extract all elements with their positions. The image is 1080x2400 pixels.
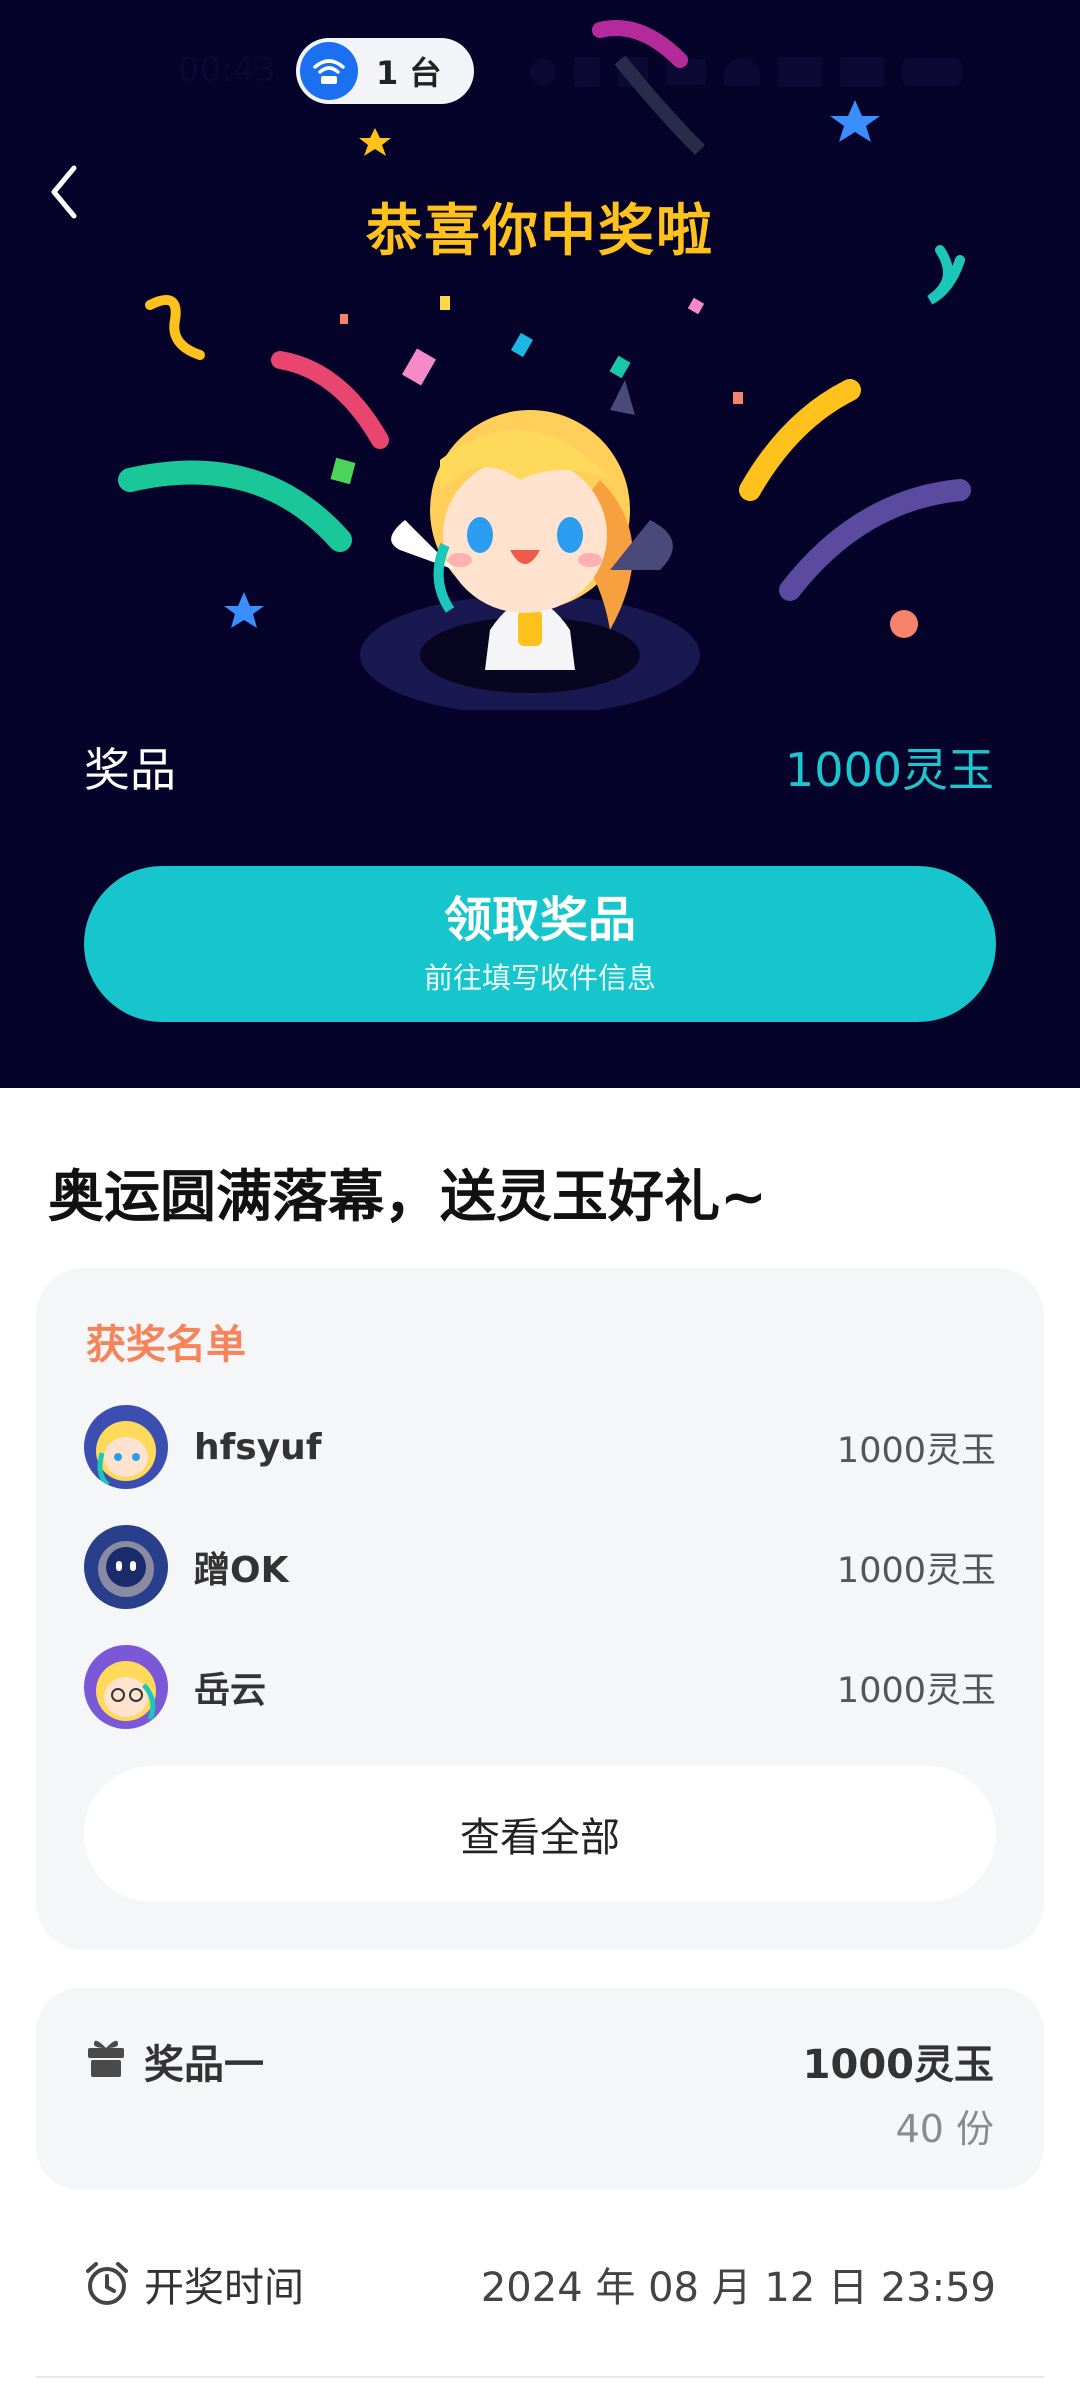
prize-amount: 1000灵玉 xyxy=(802,2042,994,2088)
winner-row: 蹭OK 1000灵玉 xyxy=(84,1524,996,1610)
divider xyxy=(36,2376,1044,2378)
view-all-button[interactable]: 查看全部 xyxy=(84,1766,996,1902)
winner-name: 蹭OK xyxy=(194,1550,289,1591)
winner-name: 岳云 xyxy=(194,1670,267,1711)
prize-count: 40 份 xyxy=(895,2107,994,2151)
prize-value: 1000灵玉 xyxy=(784,743,994,797)
prize-name: 奖品一 xyxy=(144,2042,264,2088)
avatar xyxy=(84,1645,168,1729)
winners-card: 获奖名单 hfsyuf 1000灵玉 蹭OK 1000灵玉 岳云 1000灵玉 … xyxy=(36,1268,1044,1950)
winner-row: 岳云 1000灵玉 xyxy=(84,1644,996,1730)
prize-card: 奖品一 1000灵玉 40 份 xyxy=(36,1988,1044,2190)
hero-section: 00:43 1 台 恭喜你中奖啦 奖品 1000灵玉 领取奖品 前往填写收件信息 xyxy=(0,0,1080,1088)
draw-time-value: 2024 年 08 月 12 日 23:59 xyxy=(480,2265,996,2311)
avatar xyxy=(84,1525,168,1609)
winner-prize: 1000灵玉 xyxy=(836,1550,996,1591)
draw-time-label: 开奖时间 xyxy=(144,2265,304,2311)
claim-button-label: 领取奖品 xyxy=(443,892,636,948)
avatar xyxy=(84,1405,168,1489)
winner-prize: 1000灵玉 xyxy=(836,1430,996,1471)
winner-name: hfsyuf xyxy=(194,1426,322,1468)
draw-time-row: 开奖时间 2024 年 08 月 12 日 23:59 xyxy=(84,2252,996,2316)
winner-row: hfsyuf 1000灵玉 xyxy=(84,1404,996,1490)
claim-button-sublabel: 前往填写收件信息 xyxy=(423,961,656,995)
event-title: 奥运圆满落幕，送灵玉好礼~ xyxy=(48,1165,767,1230)
winners-heading: 获奖名单 xyxy=(86,1322,246,1368)
prize-label: 奖品 xyxy=(84,743,176,797)
alarm-clock-icon xyxy=(86,2262,128,2305)
gift-icon xyxy=(88,2040,124,2077)
claim-prize-button[interactable]: 领取奖品 前往填写收件信息 xyxy=(84,866,996,1022)
winner-prize: 1000灵玉 xyxy=(836,1670,996,1711)
mascot-illustration xyxy=(360,380,700,710)
